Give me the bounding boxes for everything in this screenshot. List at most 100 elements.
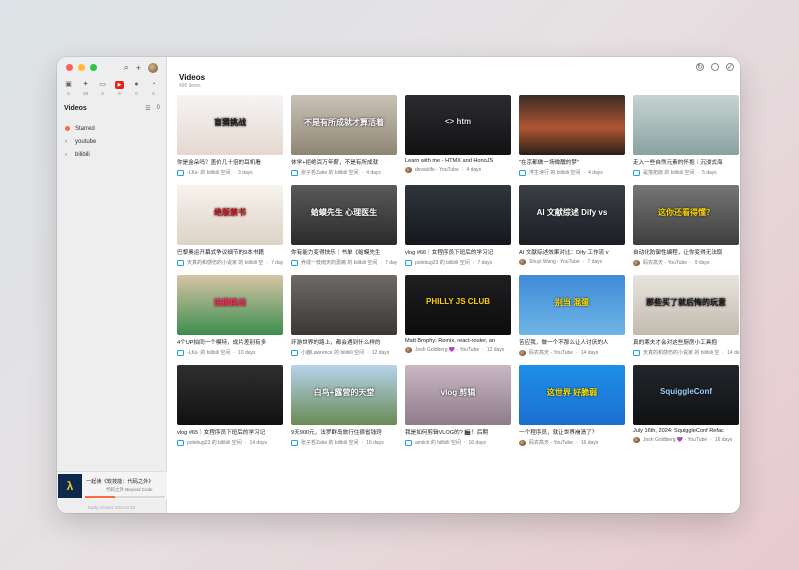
- video-thumbnail[interactable]: 盲猜挑战: [177, 95, 283, 155]
- video-thumbnail[interactable]: 别当 混蛋: [519, 275, 625, 335]
- video-channel[interactable]: amiich 的 bilibili 空间: [415, 439, 461, 446]
- source-rss[interactable]: ◔ 0: [148, 81, 159, 96]
- video-title[interactable]: 4个UP拍同一个模特，成片差别有多: [177, 338, 283, 346]
- video-title[interactable]: July 16th, 2024: SquiggleConf Refac: [633, 428, 739, 434]
- video-title[interactable]: 休学+拒绝百万年薪，不是有所成就: [291, 158, 397, 166]
- video-card[interactable]: 拍摄挑战 4个UP拍同一个模特，成片差别有多 -LKs- 的 bilibili …: [177, 275, 283, 359]
- video-card[interactable]: 这你还看得懂？ 自动化防御性编程，让你变得无法取 码农高天 - YouTube …: [633, 185, 739, 269]
- refresh-icon[interactable]: ↻: [696, 63, 704, 71]
- video-thumbnail[interactable]: 蛤蟆先生 心理医生: [291, 185, 397, 245]
- search-icon[interactable]: ⌕: [124, 62, 129, 73]
- video-title[interactable]: 真的寒夫才会对这些厨房小工具抱: [633, 338, 739, 346]
- video-thumbnail[interactable]: 拍摄挑战: [177, 275, 283, 335]
- video-thumbnail[interactable]: 白鸟+露营的天堂: [291, 365, 397, 425]
- zoom-window-button[interactable]: [90, 64, 97, 71]
- plus-icon[interactable]: +: [136, 63, 141, 73]
- video-card[interactable]: 那些买了就后悔的玩意 真的寒夫才会对这些厨房小工具抱 天真的和感伤的小说家 的 …: [633, 275, 739, 359]
- video-title[interactable]: AI 文献综述效果对比：Dify 工作流 v: [519, 248, 625, 256]
- video-thumbnail[interactable]: [405, 185, 511, 245]
- video-card[interactable]: 环游世界的路上，都会遇到什么样的 小鹿Lawrence 的 bilibili 空…: [291, 275, 397, 359]
- video-title[interactable]: Matt Brophy: Remix, react-router, an: [405, 338, 511, 344]
- video-thumbnail[interactable]: vlog 剪辑: [405, 365, 511, 425]
- video-thumbnail[interactable]: [291, 275, 397, 335]
- video-thumbnail[interactable]: 那些买了就后悔的玩意: [633, 275, 739, 335]
- sidebar-item-bilibili[interactable]: › bilibili: [65, 148, 96, 161]
- sidebar-item-starred[interactable]: Starred: [65, 122, 96, 135]
- video-title[interactable]: vlog #66｜女程序员下班后的学习记: [405, 248, 511, 256]
- video-title[interactable]: 一个程序员，就让世界崩溃了？: [519, 428, 625, 436]
- video-card[interactable]: 走入一些自然元素的怀抱｜沉浸式海 是落拓郎 的 bilibili 空间 · 5 …: [633, 95, 739, 179]
- video-card[interactable]: 盲猜挑战 你是金朵吗？盖价几十倍的耳机看 -LKs- 的 bilibili 空间…: [177, 95, 283, 179]
- video-thumbnail[interactable]: 这世界 好脆弱: [519, 365, 625, 425]
- video-card[interactable]: "在京都做一场微醺的梦" 浮生诗行 的 bilibili 空间 · 4 days: [519, 95, 625, 179]
- video-channel[interactable]: 张子哲Zake 的 bilibili 空间: [301, 439, 359, 446]
- source-youtube[interactable]: ▶ 6: [114, 81, 125, 96]
- video-channel[interactable]: 码农高天 - YouTube: [643, 259, 687, 266]
- source-podcast[interactable]: ● 0: [131, 81, 142, 96]
- video-title[interactable]: Learn with me - HTMX and HonoJS: [405, 158, 511, 164]
- video-thumbnail[interactable]: AI 文献综述 Dify vs: [519, 185, 625, 245]
- video-title[interactable]: 环游世界的路上，都会遇到什么样的: [291, 338, 397, 346]
- video-channel[interactable]: 小鹿Lawrence 的 bilibili 空间: [301, 349, 364, 356]
- video-title[interactable]: vlog #65｜女程序员下班后的学习记: [177, 428, 283, 436]
- video-channel[interactable]: 天真的和感伤的小说家 的 bilibili 空: [643, 349, 719, 356]
- video-title[interactable]: "在京都做一场微醺的梦": [519, 158, 625, 166]
- video-channel[interactable]: -LKs- 的 bilibili 空间: [187, 349, 230, 356]
- video-channel[interactable]: -LKs- 的 bilibili 空间: [187, 169, 230, 176]
- video-channel[interactable]: Josh Goldberg 💜 - YouTube: [643, 437, 707, 443]
- video-card[interactable]: PHILLY JS CLUB Matt Brophy: Remix, react…: [405, 275, 511, 359]
- video-title[interactable]: 自动化防御性编程，让你变得无法取: [633, 248, 739, 256]
- video-thumbnail[interactable]: 绝版禁书: [177, 185, 283, 245]
- video-card[interactable]: 白鸟+露营的天堂 9天900元，法罗群岛旅行住宿省钱窍 张子哲Zake 的 bi…: [291, 365, 397, 449]
- chevron-right-icon[interactable]: ›: [65, 139, 70, 145]
- video-channel[interactable]: 是落拓郎 的 bilibili 空间: [643, 169, 694, 176]
- video-channel[interactable]: 码农高天 - YouTube: [529, 349, 573, 356]
- sidebar-item-youtube[interactable]: › youtube: [65, 135, 96, 148]
- video-title[interactable]: 你是金朵吗？盖价几十倍的耳机看: [177, 158, 283, 166]
- video-title[interactable]: 苦应我，做一个不那么让人讨厌的人: [519, 338, 625, 346]
- video-channel[interactable]: 码农高天 - YouTube: [529, 439, 573, 446]
- video-channel[interactable]: 浮生诗行 的 bilibili 空间: [529, 169, 580, 176]
- video-thumbnail[interactable]: PHILLY JS CLUB: [405, 275, 511, 335]
- video-card[interactable]: <> htm Learn with me - HTMX and HonoJS d…: [405, 95, 511, 179]
- chevron-right-icon[interactable]: ›: [65, 152, 70, 158]
- video-channel[interactable]: Shuyi Wang - YouTube: [529, 259, 580, 265]
- video-title[interactable]: 走入一些自然元素的怀抱｜沉浸式海: [633, 158, 739, 166]
- video-title[interactable]: 9天900元，法罗群岛旅行住宿省钱窍: [291, 428, 397, 436]
- video-thumbnail[interactable]: 这你还看得懂？: [633, 185, 739, 245]
- source-image[interactable]: ▭ 0: [97, 81, 108, 96]
- video-card[interactable]: SquiggleConf July 16th, 2024: SquiggleCo…: [633, 365, 739, 449]
- source-twitter[interactable]: ✦ 29: [80, 81, 91, 96]
- video-card[interactable]: 蛤蟆先生 心理医生 你有能力变得快乐｜书单《蛤蟆先生 养成一枝雨天的蔷薇 的 b…: [291, 185, 397, 269]
- filter-icon[interactable]: ☰: [145, 105, 150, 112]
- avatar[interactable]: [148, 62, 158, 73]
- minimize-window-button[interactable]: [78, 64, 85, 71]
- video-channel[interactable]: 张子哲Zake 的 bilibili 空间: [301, 169, 359, 176]
- check-circle-icon[interactable]: ✓: [726, 63, 734, 71]
- video-thumbnail[interactable]: SquiggleConf: [633, 365, 739, 425]
- video-thumbnail[interactable]: [633, 95, 739, 155]
- close-window-button[interactable]: [66, 64, 73, 71]
- video-thumbnail[interactable]: <> htm: [405, 95, 511, 155]
- video-title[interactable]: 我是如何剪辑VLOG的? 🎬！后期: [405, 428, 511, 436]
- video-title[interactable]: 你有能力变得快乐｜书单《蛤蟆先生: [291, 248, 397, 256]
- video-channel[interactable]: polebug23 的 bilibili 空间: [415, 259, 470, 266]
- video-thumbnail[interactable]: [519, 95, 625, 155]
- video-channel[interactable]: 天真的和感伤的小说家 的 bilibili 空: [187, 259, 263, 266]
- video-card[interactable]: AI 文献综述 Dify vs AI 文献综述效果对比：Dify 工作流 v S…: [519, 185, 625, 269]
- now-playing-progress[interactable]: [85, 496, 165, 498]
- video-card[interactable]: 别当 混蛋 苦应我，做一个不那么让人讨厌的人 码农高天 - YouTube · …: [519, 275, 625, 359]
- video-channel[interactable]: devaslife - YouTube: [415, 167, 459, 173]
- video-thumbnail[interactable]: [177, 365, 283, 425]
- video-channel[interactable]: 养成一枝雨天的蔷薇 的 bilibili 空间: [301, 259, 377, 266]
- video-thumbnail[interactable]: 不是有所成就才算活着: [291, 95, 397, 155]
- video-card[interactable]: vlog #65｜女程序员下班后的学习记 polebug23 的 bilibil…: [177, 365, 283, 449]
- video-title[interactable]: 巴黎奥运开幕式争议细节的9本书籍: [177, 248, 283, 256]
- video-channel[interactable]: Josh Goldberg 💜 - YouTube: [415, 347, 479, 353]
- video-card[interactable]: 不是有所成就才算活着 休学+拒绝百万年薪，不是有所成就 张子哲Zake 的 bi…: [291, 95, 397, 179]
- now-playing[interactable]: λ 一起读《软技能：代码之外》 代码之外 Beyond Code: [57, 471, 167, 499]
- circle-icon[interactable]: [711, 63, 719, 71]
- video-card[interactable]: vlog #66｜女程序员下班后的学习记 polebug23 的 bilibil…: [405, 185, 511, 269]
- video-card[interactable]: 这世界 好脆弱 一个程序员，就让世界崩溃了？ 码农高天 - YouTube · …: [519, 365, 625, 449]
- video-card[interactable]: 绝版禁书 巴黎奥运开幕式争议细节的9本书籍 天真的和感伤的小说家 的 bilib…: [177, 185, 283, 269]
